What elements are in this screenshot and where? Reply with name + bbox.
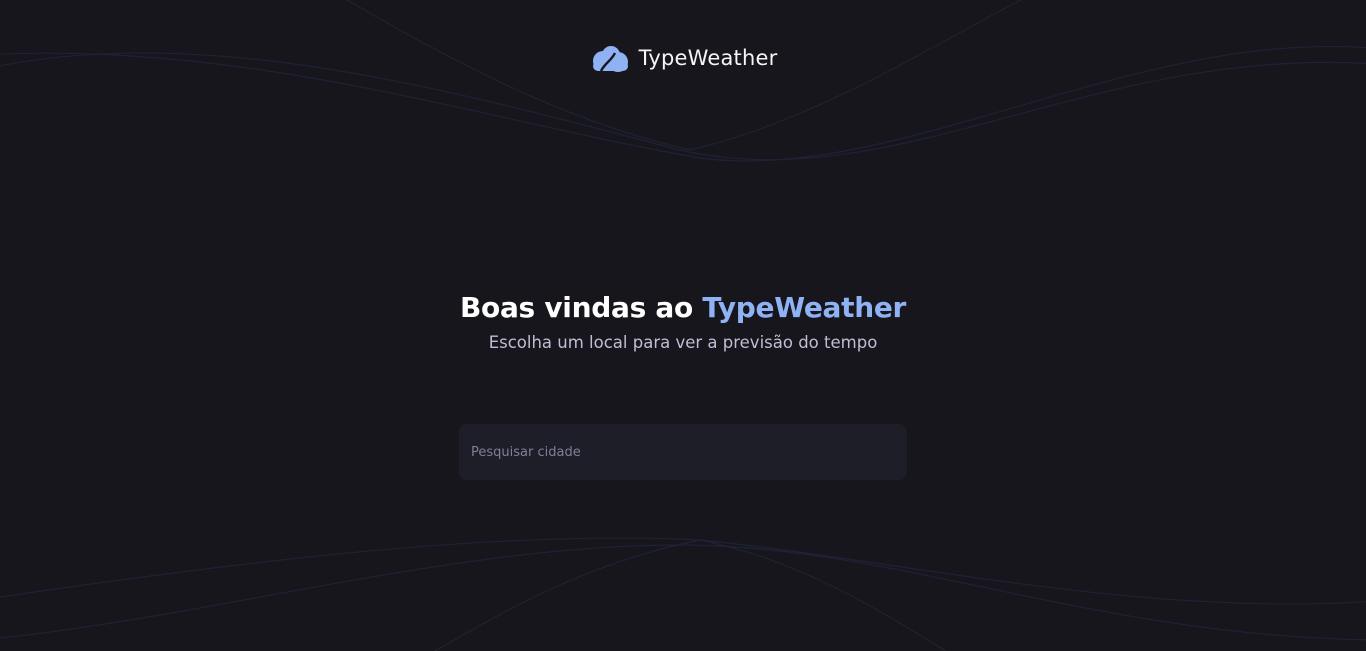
page-subtitle: Escolha um local para ver a previsão do …	[488, 333, 878, 352]
hero-section: Boas vindas ao TypeWeather Escolha um lo…	[0, 289, 1366, 355]
brand-header: TypeWeather	[0, 43, 1366, 73]
page-title: Boas vindas ao TypeWeather	[0, 289, 1366, 327]
wave-line-bottom-2	[0, 537, 1366, 605]
wave-line-bottom-3	[433, 539, 947, 651]
wave-line-bottom-1	[0, 544, 1366, 641]
wave-line-top-3	[346, 0, 1022, 151]
title-prefix: Boas vindas ao	[459, 291, 703, 324]
brand-name: TypeWeather	[638, 46, 778, 70]
title-accent: TypeWeather	[702, 291, 907, 324]
cloud-icon	[592, 46, 628, 72]
search-city-input[interactable]	[459, 424, 907, 480]
welcome-page: TypeWeather Boas vindas ao TypeWeather E…	[0, 0, 1366, 651]
